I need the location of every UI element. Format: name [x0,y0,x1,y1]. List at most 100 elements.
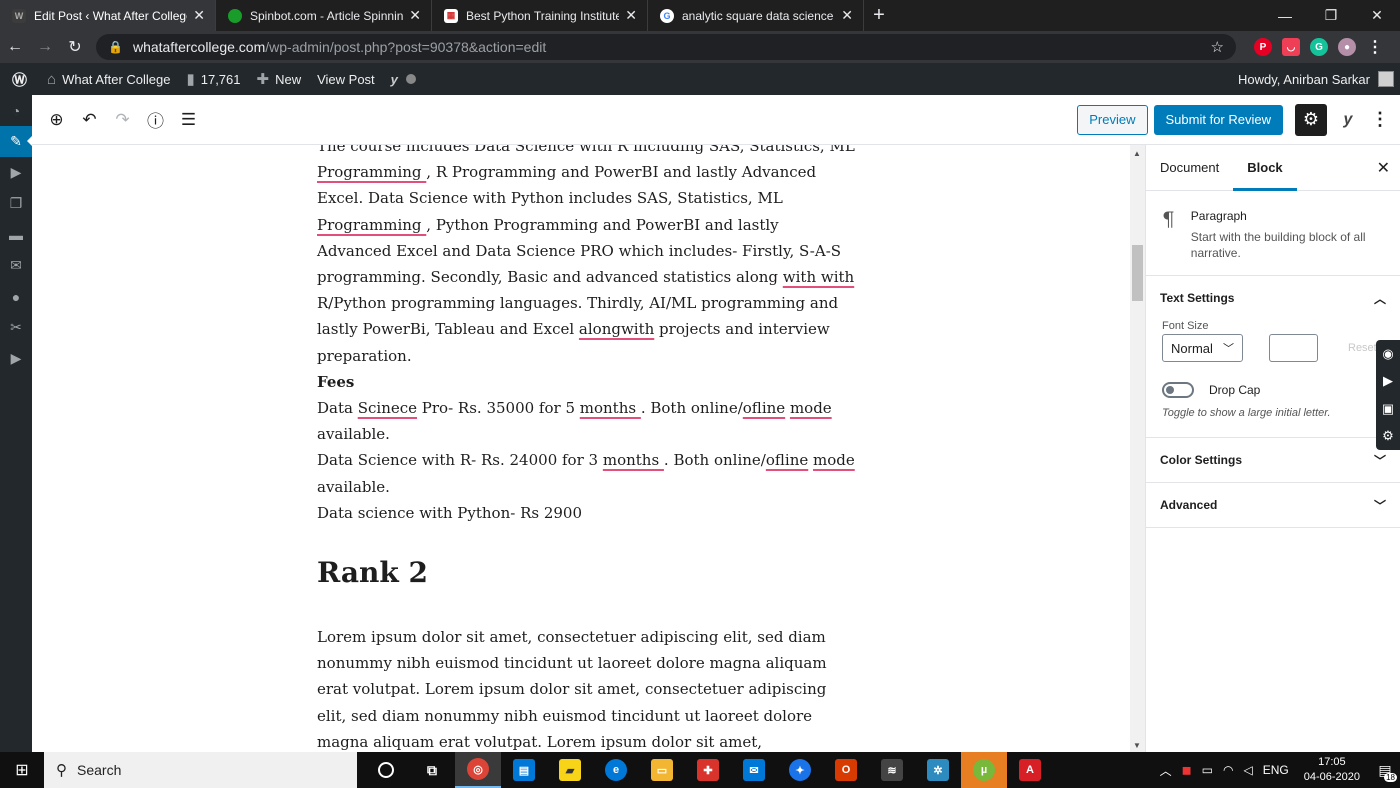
content-scrollbar[interactable]: ▲ ▼ [1130,145,1145,752]
add-block-plus-icon[interactable]: ⊕ [40,103,73,136]
store-icon[interactable]: ▤ [501,752,547,788]
view-post-link[interactable]: View Post [309,63,383,95]
paragraph-icon: ¶ [1162,207,1175,231]
outline-list-icon[interactable]: ☰ [172,103,205,136]
grammarly-icon[interactable]: G [1310,38,1328,56]
comments-icon[interactable]: ▬ [0,219,32,250]
gear-icon[interactable]: ⚙ [1382,428,1394,444]
submit-for-review-button[interactable]: Submit for Review [1153,104,1283,135]
mail-icon[interactable]: ✉ [0,250,32,281]
windows-start-icon[interactable]: ⊞ [0,752,44,788]
cortana-icon[interactable] [363,752,409,788]
tab-block[interactable]: Block [1233,145,1297,191]
tools-wrench-icon[interactable]: ✂ [0,312,32,343]
app-stripes-icon[interactable]: ≋ [869,752,915,788]
battery-icon[interactable]: ▭ [1202,763,1213,777]
tab-google-search[interactable]: G analytic square data science fees ✕ [648,0,864,31]
clock[interactable]: 17:05 04-06-2020 [1304,755,1360,785]
redo-icon[interactable]: ↷ [106,103,139,136]
fee-line-3[interactable]: Data science with Python- Rs 2900 [317,500,857,526]
scroll-down-icon[interactable]: ▼ [1133,741,1141,750]
xbox-icon[interactable]: ✦ [777,752,823,788]
settings-gear-icon[interactable]: ⚙ [1295,103,1327,136]
reload-icon[interactable]: ↻ [60,31,90,63]
yoast-icon[interactable]: y [1332,104,1364,136]
sticky-notes-icon[interactable]: ▰ [547,752,593,788]
tab-spinbot[interactable]: Spinbot.com - Article Spinning, Te ✕ [216,0,432,31]
close-icon[interactable]: ✕ [193,7,205,24]
video-icon[interactable]: ▶ [1383,373,1393,389]
camera-icon[interactable]: ◉ [1382,346,1393,362]
edge-icon[interactable]: e [593,752,639,788]
record-icon[interactable]: ◼ [1182,763,1192,777]
office-icon[interactable]: O [823,752,869,788]
wifi-icon[interactable]: ◠ [1223,763,1233,777]
advanced-panel[interactable]: Advanced ﹀ [1146,483,1400,528]
media-icon[interactable]: ▶ [0,157,32,188]
gallery-icon[interactable]: ▣ [1382,401,1394,417]
forward-arrow-icon[interactable]: → [30,31,60,63]
course-paragraph[interactable]: The course includes Data Science with R … [317,145,857,369]
custom-font-size-input[interactable] [1269,334,1318,362]
scrollbar-thumb[interactable] [1132,245,1143,301]
new-content-link[interactable]: ✚ New [249,63,310,95]
file-explorer-icon[interactable]: ▭ [639,752,685,788]
notifications-icon[interactable]: ▤ 18 [1370,752,1400,788]
mail-app-icon[interactable]: ✉ [731,752,777,788]
editor-canvas[interactable]: The course includes Data Science with R … [32,145,1130,752]
fee-line-1[interactable]: Data Scinece Pro- Rs. 35000 for 5 months… [317,395,857,447]
fee-line-2[interactable]: Data Science with R- Rs. 24000 for 3 mon… [317,447,857,499]
dashboard-icon[interactable]: ◔ [0,95,32,126]
preview-button[interactable]: Preview [1077,104,1148,135]
url-input[interactable]: 🔒 whataftercollege.com /wp-admin/post.ph… [96,34,1236,60]
user-account-menu[interactable]: Howdy, Anirban Sarkar [1238,71,1400,87]
task-view-icon[interactable]: ⧉ [409,752,455,788]
lorem-paragraph[interactable]: Lorem ipsum dolor sit amet, consectetuer… [317,624,857,752]
font-size-select[interactable]: Normal ﹀ [1162,334,1243,362]
tab-python-training[interactable]: ▦ Best Python Training Institute wit ✕ [432,0,648,31]
rank-2-heading[interactable]: Rank 2 [317,556,857,590]
pocket-icon[interactable]: ◡ [1282,38,1300,56]
comments-link[interactable]: ▮ 17,761 [178,63,248,95]
scroll-up-icon[interactable]: ▲ [1133,149,1141,158]
pinterest-icon[interactable]: P [1254,38,1272,56]
posts-pin-icon[interactable]: ✎ [0,126,33,157]
tab-edit-post[interactable]: W Edit Post ‹ What After College — ✕ [0,0,216,31]
play-icon[interactable]: ▶ [0,343,32,374]
chrome-menu-icon[interactable]: ⋮ [1366,38,1384,56]
close-icon[interactable]: ✕ [625,7,637,24]
language-indicator[interactable]: ENG [1263,763,1289,777]
close-sidebar-icon[interactable]: ✕ [1377,158,1390,178]
chrome-icon[interactable]: ◎ [455,752,501,788]
snowflake-icon[interactable]: ✲ [915,752,961,788]
yoast-seo-icon[interactable]: y [383,63,424,95]
utorrent-icon[interactable]: µ [961,752,1007,788]
undo-icon[interactable]: ↶ [73,103,106,136]
chevron-up-icon[interactable]: ︿ [1160,762,1172,779]
taskbar-search[interactable]: ⚲ Search [44,752,357,788]
text-settings-toggle[interactable]: Text Settings ︿ [1146,276,1400,320]
bookmark-star-icon[interactable]: ☆ [1211,38,1224,56]
tab-document[interactable]: Document [1146,145,1233,191]
acrobat-icon[interactable]: A [1007,752,1053,788]
users-icon[interactable]: ● [0,281,32,312]
close-icon[interactable]: ✕ [409,7,421,24]
pages-icon[interactable]: ❐ [0,188,32,219]
back-arrow-icon[interactable]: ← [0,31,30,63]
wordpress-logo-icon[interactable]: Ⓦ [0,63,39,95]
more-options-icon[interactable]: ⋮ [1370,104,1390,136]
site-name-link[interactable]: ⌂ What After College [39,63,178,95]
info-icon[interactable]: ⓘ [139,103,172,136]
drop-cap-toggle[interactable] [1162,382,1194,398]
maximize-icon[interactable]: ❐ [1308,0,1354,31]
profile-avatar-icon[interactable]: ● [1338,38,1356,56]
close-icon[interactable]: ✕ [841,7,853,24]
minimize-icon[interactable]: — [1262,0,1308,31]
reset-button[interactable]: Reset [1348,342,1377,354]
volume-icon[interactable]: ◁ [1243,763,1252,777]
color-settings-panel[interactable]: Color Settings ﹀ [1146,438,1400,483]
fees-heading[interactable]: Fees [317,369,857,395]
close-window-icon[interactable]: ✕ [1354,0,1400,31]
gift-icon[interactable]: ✚ [685,752,731,788]
new-tab-button[interactable]: + [864,0,894,31]
